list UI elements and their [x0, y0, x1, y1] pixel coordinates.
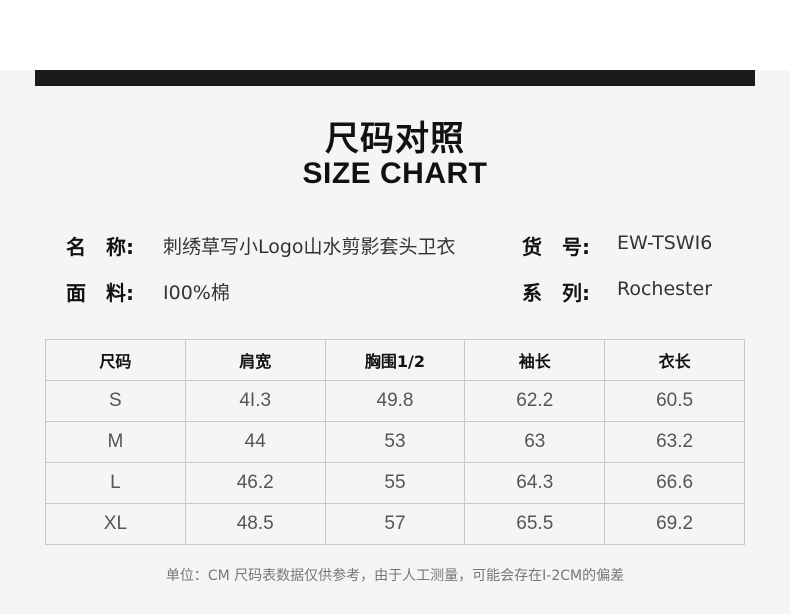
table-cell: 63.2 [604, 421, 745, 463]
table-cell: 69.2 [604, 503, 745, 545]
table-cell: 49.8 [324, 380, 466, 422]
table-cell: 57 [324, 503, 466, 545]
sku-value: EW-TSWI6 [617, 232, 713, 254]
column-header-chest: 胸围1/2 [324, 339, 466, 381]
size-table: 尺码 肩宽 胸围1/2 袖长 衣长 S 4I.3 49.8 62.2 60.5 … [45, 339, 745, 545]
column-header-size: 尺码 [45, 339, 186, 381]
table-cell: 55 [324, 462, 466, 504]
table-row: L 46.2 55 64.3 66.6 [45, 462, 745, 504]
table-cell: 44 [184, 421, 326, 463]
page-title-english: SIZE CHART [302, 157, 488, 190]
fabric-label: 面 料: [66, 281, 134, 305]
table-cell: 46.2 [184, 462, 326, 504]
table-cell: 60.5 [604, 380, 745, 422]
table-row: M 44 53 63 63.2 [45, 421, 745, 463]
table-cell: 66.6 [604, 462, 745, 504]
column-header-sleeve: 袖长 [464, 339, 606, 381]
sku-label: 货 号: [522, 235, 590, 259]
table-cell: 65.5 [464, 503, 606, 545]
table-cell: 64.3 [464, 462, 606, 504]
table-cell: S [45, 380, 186, 422]
table-header-row: 尺码 肩宽 胸围1/2 袖长 衣长 [45, 339, 745, 381]
column-header-length: 衣长 [604, 339, 745, 381]
table-cell: 4I.3 [184, 380, 326, 422]
top-divider-bar [35, 70, 755, 86]
series-label: 系 列: [522, 281, 590, 305]
table-cell: L [45, 462, 186, 504]
series-value: Rochester [617, 278, 712, 300]
table-cell: 62.2 [464, 380, 606, 422]
table-row: XL 48.5 57 65.5 69.2 [45, 503, 745, 545]
fabric-value: I00%棉 [163, 282, 230, 304]
page-title-chinese: 尺码对照 [325, 119, 465, 159]
product-name-value: 刺绣草写小Logo山水剪影套头卫衣 [163, 236, 456, 258]
table-cell: 63 [464, 421, 606, 463]
product-name-label: 名 称: [66, 235, 134, 259]
table-cell: M [45, 421, 186, 463]
measurement-footnote: 单位：CM 尺码表数据仅供参考，由于人工测量，可能会存在I-2CM的偏差 [165, 568, 625, 584]
table-cell: XL [45, 503, 186, 545]
table-cell: 53 [324, 421, 466, 463]
column-header-shoulder: 肩宽 [184, 339, 326, 381]
table-cell: 48.5 [184, 503, 326, 545]
table-row: S 4I.3 49.8 62.2 60.5 [45, 380, 745, 422]
